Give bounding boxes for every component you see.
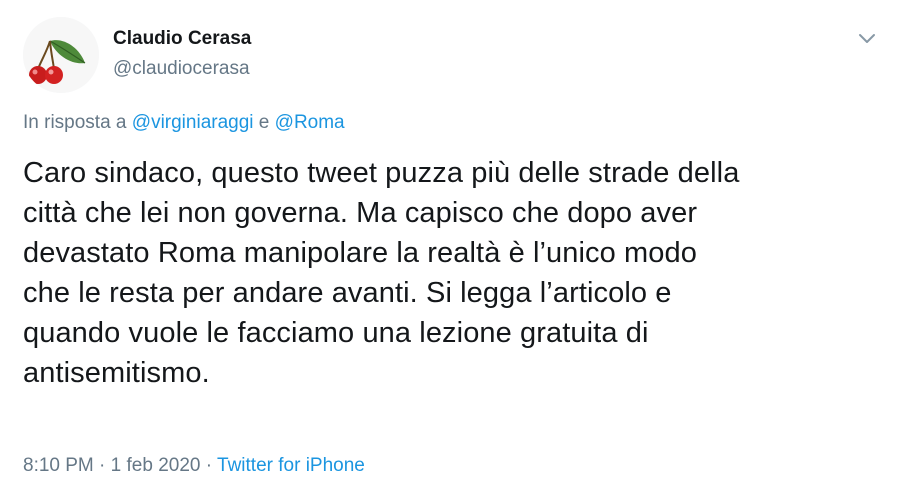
cherries-icon (23, 17, 99, 93)
mention-roma[interactable]: @Roma (275, 112, 345, 133)
tweet-text-line: Caro sindaco, questo tweet puzza più del… (23, 157, 740, 189)
mention-virginiaraggi[interactable]: @virginiaraggi (132, 112, 254, 133)
tweet-source-link[interactable]: Twitter for iPhone (217, 455, 365, 476)
meta-separator: · (99, 455, 106, 476)
tweet-text-line: antisemitismo. (23, 357, 210, 389)
author-handle[interactable]: @claudiocerasa (113, 57, 251, 81)
tweet-text-line: devastato Roma manipolare la realtà è l’… (23, 237, 697, 269)
reply-prefix: In risposta a (23, 112, 127, 133)
author-display-name[interactable]: Claudio Cerasa (113, 27, 251, 51)
tweet-metadata: 8:10 PM · 1 feb 2020 · Twitter for iPhon… (23, 453, 365, 479)
reply-conjunction: e (258, 112, 270, 133)
tweet-text: Caro sindaco, questo tweet puzza più del… (23, 153, 883, 393)
more-options-button[interactable] (856, 28, 878, 50)
tweet-text-line: che le resta per andare avanti. Si legga… (23, 277, 672, 309)
tweet-card: Claudio Cerasa @claudiocerasa In rispost… (0, 0, 900, 495)
tweet-text-line: città che lei non governa. Ma capisco ch… (23, 197, 698, 229)
chevron-down-icon (859, 34, 875, 43)
tweet-time[interactable]: 8:10 PM (23, 455, 94, 476)
reply-context: In risposta a @virginiaraggi e @Roma (23, 110, 345, 136)
tweet-date[interactable]: 1 feb 2020 (111, 455, 201, 476)
meta-separator: · (205, 455, 213, 476)
avatar[interactable] (23, 17, 99, 93)
author-block: Claudio Cerasa @claudiocerasa (113, 27, 251, 81)
tweet-text-line: quando vuole le facciamo una lezione gra… (23, 317, 649, 349)
